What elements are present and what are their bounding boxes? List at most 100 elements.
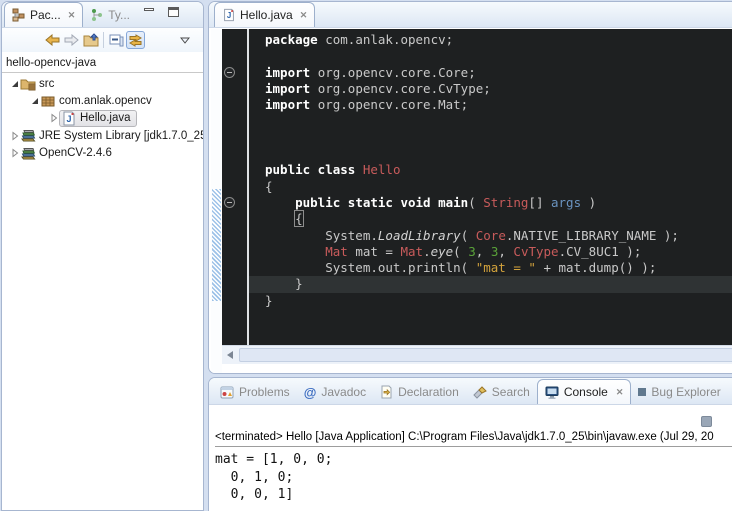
collapse-all-button[interactable] [107, 31, 126, 49]
tab-declaration[interactable]: Declaration [373, 380, 466, 404]
tab-label: Hello.java [240, 8, 293, 22]
code-line-5: import org.opencv.core.Mat; [249, 97, 732, 113]
code-line-1: package com.anlak.opencv; [249, 32, 732, 48]
maximize-icon[interactable] [168, 7, 180, 17]
fold-collapse-icon[interactable] [224, 197, 235, 208]
code-line-13: System.LoadLibrary( Core.NATIVE_LIBRARY_… [249, 228, 732, 244]
close-icon[interactable]: ✕ [300, 10, 308, 21]
expanded-arrow-icon[interactable] [30, 96, 40, 106]
tab-javadoc[interactable]: @ Javadoc [297, 380, 373, 404]
collapse-all-icon [109, 34, 124, 47]
code-line-8 [249, 146, 732, 162]
declaration-icon [380, 385, 393, 399]
editor-content: package com.anlak.opencv; import org.ope… [211, 29, 732, 373]
link-with-editor-button[interactable] [126, 31, 145, 49]
code-line-12: { [249, 211, 732, 227]
code-line-9: public class Hello [249, 162, 732, 178]
tab-search[interactable]: Search [466, 380, 537, 404]
vertical-ruler [211, 29, 222, 373]
fold-collapse-icon[interactable] [224, 67, 235, 78]
tree-item-opencv-library[interactable]: OpenCV-2.4.6 [2, 145, 203, 162]
view-menu-icon [180, 37, 190, 44]
tree-item-label: JRE System Library [jdk1.7.0_25] [39, 130, 204, 142]
left-tab-row: Pac... ✕ Ty... [2, 2, 203, 28]
back-arrow-icon [45, 34, 60, 46]
code-line-15: System.out.println( "mat = " + mat.dump(… [249, 260, 732, 276]
source-folder-icon [20, 76, 36, 91]
console-output[interactable]: mat = [1, 0, 0; 0, 1, 0; 0, 0, 1] [209, 447, 732, 504]
package-explorer-icon [12, 8, 26, 22]
tab-label: Problems [239, 385, 290, 399]
tree-item-label: src [39, 78, 54, 90]
collapsed-arrow-icon[interactable] [10, 148, 20, 158]
tree-item-label: com.anlak.opencv [59, 95, 152, 107]
code-line-16: } [249, 276, 732, 292]
code-line-11: public static void main( String[] args ) [249, 195, 732, 211]
back-button[interactable] [43, 31, 62, 49]
up-folder-button[interactable] [81, 31, 100, 49]
terminate-icon[interactable] [701, 416, 712, 427]
close-icon[interactable]: ✕ [616, 387, 624, 398]
scroll-left-arrow-icon[interactable] [227, 351, 233, 359]
tab-type-hierarchy[interactable]: Ty... [83, 3, 137, 27]
tree-item-jre-library[interactable]: JRE System Library [jdk1.7.0_25] [2, 127, 203, 144]
forward-button[interactable] [62, 31, 81, 49]
console-line-1: mat = [1, 0, 0; [215, 451, 732, 469]
collapsed-arrow-icon[interactable] [49, 113, 59, 123]
code-line-2 [249, 48, 732, 64]
tab-label: Bug Explorer [651, 385, 720, 399]
problems-icon [220, 386, 234, 399]
view-menu-button[interactable] [175, 31, 194, 49]
minimize-icon[interactable] [144, 8, 156, 18]
collapsed-arrow-icon[interactable] [10, 131, 20, 141]
javadoc-icon: @ [304, 385, 317, 400]
java-file-icon: J [61, 111, 77, 126]
code-editor[interactable]: package com.anlak.opencv; import org.ope… [222, 29, 732, 345]
folding-gutter [222, 29, 247, 345]
project-root-label[interactable]: hello-opencv-java [2, 52, 203, 72]
svg-text:J: J [66, 114, 71, 124]
tab-problems[interactable]: Problems [213, 380, 297, 404]
tab-hello-java[interactable]: J Hello.java ✕ [214, 2, 315, 27]
horizontal-scrollbar[interactable] [222, 345, 732, 364]
tree-item-label: Hello.java [80, 112, 131, 124]
bug-explorer-icon [638, 388, 646, 396]
tab-bug[interactable]: Bug [728, 380, 732, 404]
scrollbar-thumb[interactable] [239, 348, 732, 362]
java-file-icon: J [222, 8, 236, 22]
tab-bug-explorer[interactable]: Bug Explorer [631, 380, 727, 404]
search-icon [473, 386, 487, 399]
expanded-arrow-icon[interactable] [10, 79, 20, 89]
console-line-2: 0, 1, 0; [215, 469, 732, 487]
selected-item-highlight: J Hello.java [59, 110, 137, 127]
code-line-14: Mat mat = Mat.eye( 3, 3, CvType.CV_8UC1 … [249, 244, 732, 260]
code-line-7 [249, 130, 732, 146]
code-line-4: import org.opencv.core.CvType; [249, 81, 732, 97]
tab-label: Search [492, 385, 530, 399]
package-explorer-view: Pac... ✕ Ty... hello [1, 1, 204, 511]
code-text[interactable]: package com.anlak.opencv; import org.ope… [249, 29, 732, 345]
tab-console[interactable]: Console ✕ [537, 379, 632, 404]
code-line-3: import org.opencv.core.Core; [249, 65, 732, 81]
tab-label: Javadoc [321, 385, 366, 399]
package-explorer-toolbar [2, 28, 203, 52]
range-indicator [212, 189, 221, 301]
forward-arrow-icon [64, 34, 79, 46]
editor-area: J Hello.java ✕ package com.anlak.opencv;… [208, 1, 732, 374]
console-icon [545, 386, 559, 399]
close-icon[interactable]: ✕ [68, 10, 76, 21]
toolbar-separator [103, 32, 104, 48]
tree-item-src[interactable]: src [2, 75, 203, 92]
tree-item-label: OpenCV-2.4.6 [39, 147, 112, 159]
code-line-10: { [249, 179, 732, 195]
library-icon [20, 146, 36, 161]
svg-text:J: J [227, 11, 231, 20]
console-view: Problems @ Javadoc Declaration Search Co… [208, 377, 732, 511]
tab-label: Console [564, 385, 608, 399]
tree-item-hello-java[interactable]: J Hello.java [2, 110, 203, 127]
code-line-17: } [249, 293, 732, 309]
tab-label: Ty... [108, 8, 130, 22]
tab-package-explorer[interactable]: Pac... ✕ [4, 2, 83, 27]
tab-label: Declaration [398, 385, 459, 399]
tree-item-package[interactable]: com.anlak.opencv [2, 92, 203, 109]
